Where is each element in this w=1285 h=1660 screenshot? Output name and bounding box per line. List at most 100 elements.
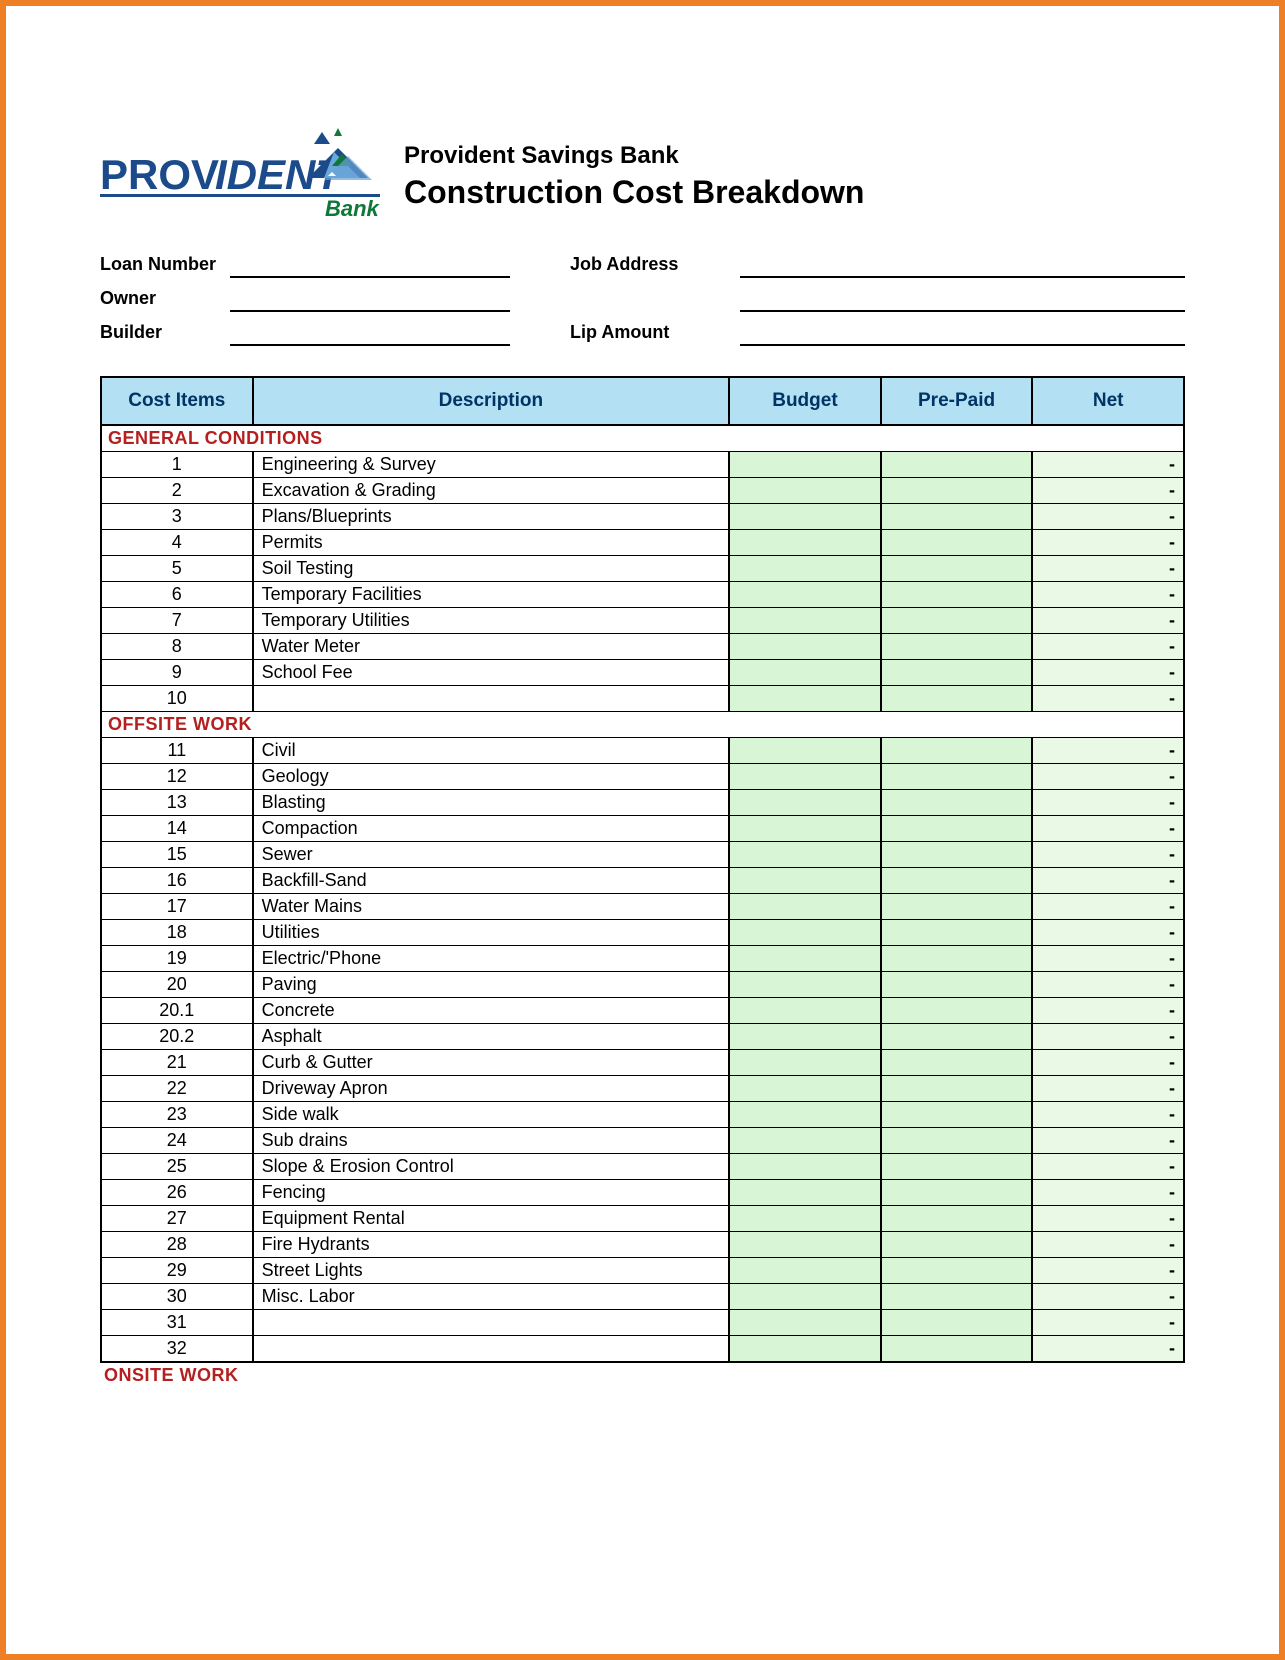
budget-cell[interactable] <box>729 1180 881 1206</box>
budget-cell[interactable] <box>729 842 881 868</box>
prepaid-cell[interactable] <box>881 686 1033 712</box>
budget-cell[interactable] <box>729 686 881 712</box>
prepaid-cell[interactable] <box>881 634 1033 660</box>
budget-cell[interactable] <box>729 504 881 530</box>
budget-cell[interactable] <box>729 1336 881 1363</box>
budget-cell[interactable] <box>729 894 881 920</box>
prepaid-cell[interactable] <box>881 478 1033 504</box>
row-number: 30 <box>101 1284 253 1310</box>
budget-cell[interactable] <box>729 868 881 894</box>
table-row: 5Soil Testing- <box>101 556 1184 582</box>
budget-cell[interactable] <box>729 764 881 790</box>
prepaid-cell[interactable] <box>881 1336 1033 1363</box>
prepaid-cell[interactable] <box>881 1050 1033 1076</box>
prepaid-cell[interactable] <box>881 530 1033 556</box>
table-row: 21Curb & Gutter- <box>101 1050 1184 1076</box>
prepaid-cell[interactable] <box>881 1180 1033 1206</box>
prepaid-cell[interactable] <box>881 920 1033 946</box>
budget-cell[interactable] <box>729 530 881 556</box>
budget-cell[interactable] <box>729 1284 881 1310</box>
prepaid-cell[interactable] <box>881 972 1033 998</box>
prepaid-cell[interactable] <box>881 452 1033 478</box>
prepaid-cell[interactable] <box>881 660 1033 686</box>
budget-cell[interactable] <box>729 634 881 660</box>
owner-input[interactable] <box>230 288 510 312</box>
budget-cell[interactable] <box>729 1206 881 1232</box>
net-cell: - <box>1032 946 1184 972</box>
lip-amount-input[interactable] <box>740 322 1185 346</box>
row-number: 24 <box>101 1128 253 1154</box>
loan-number-input[interactable] <box>230 254 510 278</box>
row-description <box>253 1336 730 1363</box>
budget-cell[interactable] <box>729 1076 881 1102</box>
row-number: 21 <box>101 1050 253 1076</box>
document-frame: PROV IDENT Bank Provident Savings Bank C… <box>0 0 1285 1660</box>
budget-cell[interactable] <box>729 972 881 998</box>
budget-cell[interactable] <box>729 582 881 608</box>
budget-cell[interactable] <box>729 1154 881 1180</box>
net-cell: - <box>1032 1102 1184 1128</box>
prepaid-cell[interactable] <box>881 608 1033 634</box>
prepaid-cell[interactable] <box>881 816 1033 842</box>
table-row: 18Utilities- <box>101 920 1184 946</box>
prepaid-cell[interactable] <box>881 1076 1033 1102</box>
prepaid-cell[interactable] <box>881 582 1033 608</box>
table-row: 22Driveway Apron- <box>101 1076 1184 1102</box>
prepaid-cell[interactable] <box>881 1310 1033 1336</box>
job-address-input-2[interactable] <box>740 288 1185 312</box>
th-net: Net <box>1032 377 1184 425</box>
prepaid-cell[interactable] <box>881 1102 1033 1128</box>
prepaid-cell[interactable] <box>881 1258 1033 1284</box>
budget-cell[interactable] <box>729 946 881 972</box>
row-number: 31 <box>101 1310 253 1336</box>
net-cell: - <box>1032 1310 1184 1336</box>
budget-cell[interactable] <box>729 608 881 634</box>
prepaid-cell[interactable] <box>881 894 1033 920</box>
prepaid-cell[interactable] <box>881 504 1033 530</box>
table-row: 10- <box>101 686 1184 712</box>
budget-cell[interactable] <box>729 1050 881 1076</box>
row-description: Soil Testing <box>253 556 730 582</box>
row-description: Electric/'Phone <box>253 946 730 972</box>
job-address-input[interactable] <box>740 254 1185 278</box>
prepaid-cell[interactable] <box>881 868 1033 894</box>
budget-cell[interactable] <box>729 1258 881 1284</box>
prepaid-cell[interactable] <box>881 1284 1033 1310</box>
prepaid-cell[interactable] <box>881 998 1033 1024</box>
budget-cell[interactable] <box>729 452 881 478</box>
budget-cell[interactable] <box>729 556 881 582</box>
budget-cell[interactable] <box>729 738 881 764</box>
prepaid-cell[interactable] <box>881 1232 1033 1258</box>
budget-cell[interactable] <box>729 1024 881 1050</box>
budget-cell[interactable] <box>729 660 881 686</box>
prepaid-cell[interactable] <box>881 946 1033 972</box>
budget-cell[interactable] <box>729 1310 881 1336</box>
row-number: 19 <box>101 946 253 972</box>
table-row: 12Geology- <box>101 764 1184 790</box>
row-description: Street Lights <box>253 1258 730 1284</box>
prepaid-cell[interactable] <box>881 1206 1033 1232</box>
prepaid-cell[interactable] <box>881 738 1033 764</box>
prepaid-cell[interactable] <box>881 556 1033 582</box>
budget-cell[interactable] <box>729 1128 881 1154</box>
builder-input[interactable] <box>230 322 510 346</box>
row-number: 7 <box>101 608 253 634</box>
budget-cell[interactable] <box>729 1232 881 1258</box>
prepaid-cell[interactable] <box>881 842 1033 868</box>
net-cell: - <box>1032 1284 1184 1310</box>
prepaid-cell[interactable] <box>881 1128 1033 1154</box>
budget-cell[interactable] <box>729 920 881 946</box>
prepaid-cell[interactable] <box>881 1154 1033 1180</box>
table-row: 28Fire Hydrants- <box>101 1232 1184 1258</box>
table-row: 13Blasting- <box>101 790 1184 816</box>
budget-cell[interactable] <box>729 998 881 1024</box>
budget-cell[interactable] <box>729 1102 881 1128</box>
budget-cell[interactable] <box>729 790 881 816</box>
prepaid-cell[interactable] <box>881 1024 1033 1050</box>
budget-cell[interactable] <box>729 816 881 842</box>
row-number: 3 <box>101 504 253 530</box>
prepaid-cell[interactable] <box>881 764 1033 790</box>
prepaid-cell[interactable] <box>881 790 1033 816</box>
net-cell: - <box>1032 868 1184 894</box>
budget-cell[interactable] <box>729 478 881 504</box>
